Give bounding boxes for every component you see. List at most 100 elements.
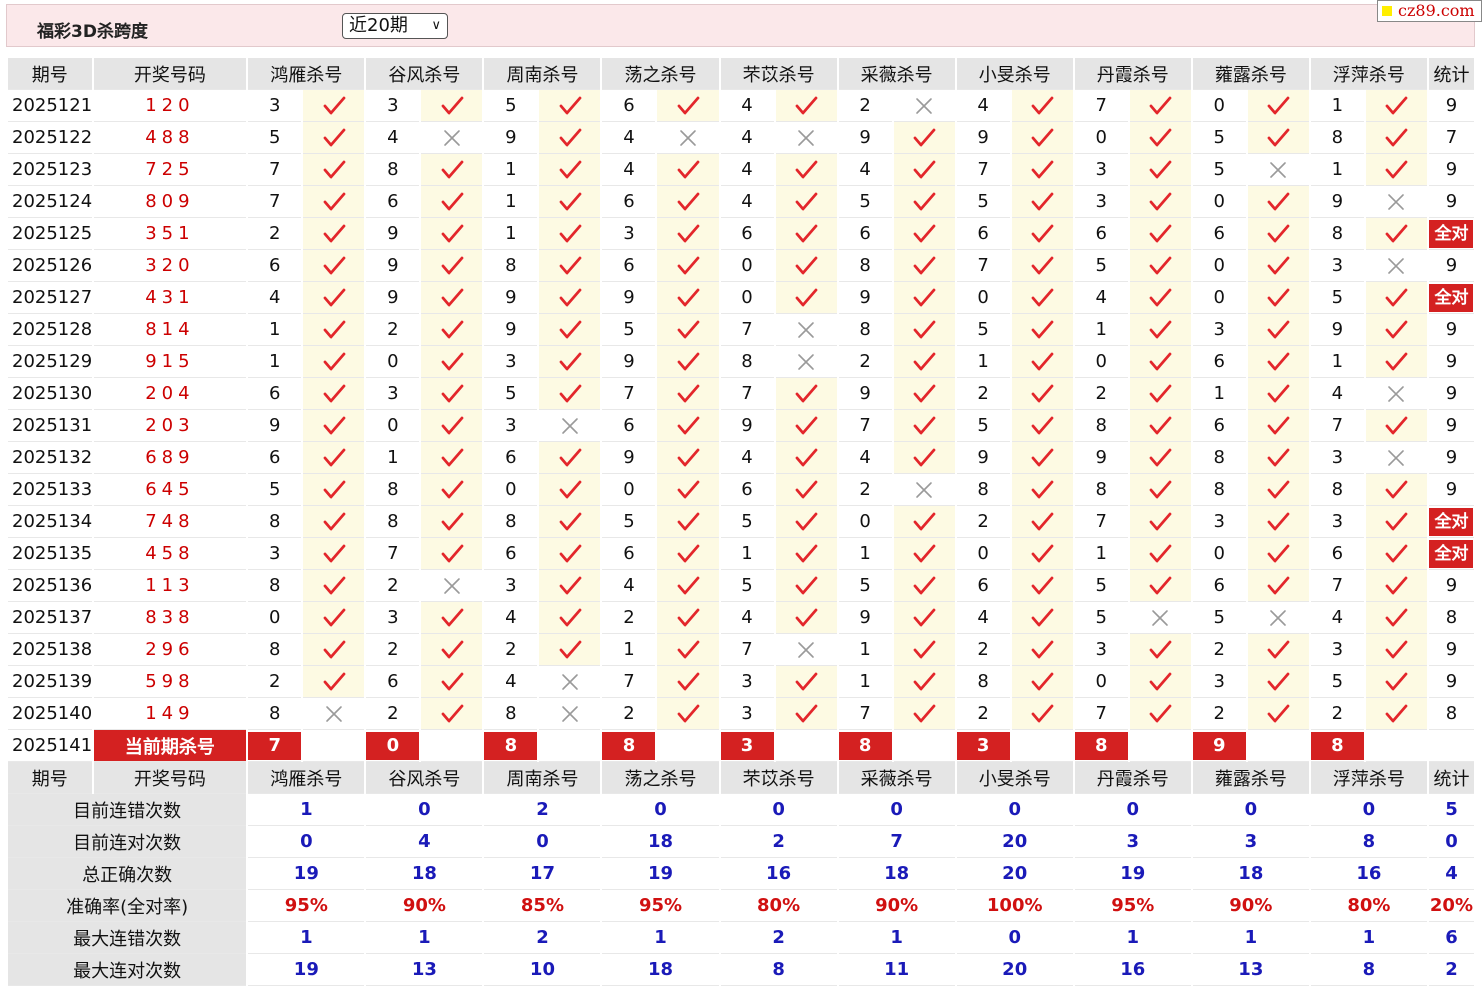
kill-number-cell: 8 xyxy=(838,314,892,346)
check-icon xyxy=(323,192,346,210)
kill-number-cell: 9 xyxy=(956,442,1010,474)
summary-value: 13 xyxy=(1192,954,1309,986)
kill-number-cell: 0 xyxy=(484,474,538,506)
check-icon xyxy=(913,128,936,146)
kill-number-cell: 6 xyxy=(602,250,656,282)
kill-number-cell: 2 xyxy=(956,506,1010,538)
result-cell xyxy=(1011,538,1073,570)
draw-number-cell: 149 xyxy=(93,698,247,730)
result-cell xyxy=(893,154,955,186)
kill-number-cell: 2 xyxy=(1074,378,1128,410)
check-icon xyxy=(1385,352,1408,370)
check-icon xyxy=(323,160,346,178)
kill-number-cell: 0 xyxy=(602,474,656,506)
cross-icon xyxy=(798,353,814,370)
kill-number-cell: 0 xyxy=(956,282,1010,314)
check-icon xyxy=(1385,544,1408,562)
period-select[interactable]: 近20期 ∨ xyxy=(342,13,448,39)
table-row: 2025128 814 1 2 9 5 7 8 5 1 3 9 9 xyxy=(8,314,1474,346)
kill-number-cell: 6 xyxy=(248,378,302,410)
result-cell xyxy=(657,314,719,346)
stat-cell: 9 xyxy=(1428,314,1474,346)
period-select-value: 近20期 xyxy=(349,15,408,36)
result-cell xyxy=(893,90,955,122)
table-row: 2025134 748 8 8 8 5 5 0 2 7 3 3 全对 xyxy=(8,506,1474,538)
site-logo[interactable]: cz89.com xyxy=(1377,0,1482,22)
col-header-expert: 周南杀号 xyxy=(484,762,601,794)
kill-number-cell: 6 xyxy=(602,538,656,570)
summary-value: 80% xyxy=(720,890,837,922)
result-cell xyxy=(1129,154,1191,186)
result-cell xyxy=(303,570,365,602)
result-cell xyxy=(1011,474,1073,506)
check-icon xyxy=(795,416,818,434)
result-cell xyxy=(303,250,365,282)
summary-value: 1 xyxy=(602,922,719,954)
result-cell xyxy=(1365,474,1427,506)
result-cell xyxy=(775,474,837,506)
check-icon xyxy=(677,576,700,594)
result-cell xyxy=(893,218,955,250)
summary-label: 总正确次数 xyxy=(8,858,247,890)
kill-number-cell: 5 xyxy=(1310,282,1364,314)
issue-cell: 2025123 xyxy=(8,154,92,186)
result-cell xyxy=(1129,250,1191,282)
check-icon xyxy=(795,160,818,178)
summary-value: 8 xyxy=(1310,954,1427,986)
draw-number-cell: 725 xyxy=(93,154,247,186)
check-icon xyxy=(323,384,346,402)
result-cell xyxy=(1247,282,1309,314)
col-header-expert: 芣苡杀号 xyxy=(720,762,837,794)
check-icon xyxy=(795,544,818,562)
check-icon xyxy=(441,448,464,466)
result-cell xyxy=(1247,122,1309,154)
table-row: 2025122 488 5 4 9 4 4 9 9 0 5 8 7 xyxy=(8,122,1474,154)
result-cell xyxy=(1365,410,1427,442)
result-cell xyxy=(303,186,365,218)
check-icon xyxy=(441,512,464,530)
stat-cell: 全对 xyxy=(1428,538,1474,570)
kill-number-cell: 3 xyxy=(720,666,774,698)
result-cell xyxy=(657,570,719,602)
kill-number-cell: 0 xyxy=(366,410,420,442)
result-cell xyxy=(893,538,955,570)
summary-row: 最大连错次数 1 1 2 1 2 1 0 1 1 1 6 xyxy=(8,922,1474,954)
check-icon xyxy=(677,672,700,690)
result-cell xyxy=(303,314,365,346)
summary-value: 100% xyxy=(956,890,1073,922)
check-icon xyxy=(1267,192,1290,210)
kill-number-cell: 6 xyxy=(956,218,1010,250)
result-cell xyxy=(1011,250,1073,282)
kill-number-cell: 2 xyxy=(838,474,892,506)
kill-number-cell: 3 xyxy=(1074,186,1128,218)
result-cell xyxy=(539,218,601,250)
current-blank-cell xyxy=(303,730,365,762)
kill-number-cell: 6 xyxy=(602,410,656,442)
check-icon xyxy=(441,384,464,402)
result-cell xyxy=(657,666,719,698)
summary-value: 0 xyxy=(720,794,837,826)
check-icon xyxy=(677,224,700,242)
kill-number-cell: 2 xyxy=(1310,698,1364,730)
check-icon xyxy=(559,192,582,210)
check-icon xyxy=(323,576,346,594)
kill-number-cell: 6 xyxy=(248,250,302,282)
check-icon xyxy=(323,544,346,562)
summary-value: 18 xyxy=(366,858,483,890)
result-cell xyxy=(1247,314,1309,346)
current-kill-cell: 9 xyxy=(1192,730,1246,762)
summary-value: 13 xyxy=(366,954,483,986)
kill-number-cell: 3 xyxy=(1310,442,1364,474)
result-cell xyxy=(1365,570,1427,602)
kill-number-cell: 8 xyxy=(484,506,538,538)
logo-square-icon xyxy=(1382,6,1392,16)
result-cell xyxy=(303,410,365,442)
result-cell xyxy=(1365,282,1427,314)
summary-value: 2 xyxy=(484,794,601,826)
draw-number-cell: 120 xyxy=(93,90,247,122)
kill-number-cell: 8 xyxy=(1074,410,1128,442)
result-cell xyxy=(421,314,483,346)
check-icon xyxy=(1267,448,1290,466)
check-icon xyxy=(323,608,346,626)
kill-number-cell: 8 xyxy=(838,250,892,282)
